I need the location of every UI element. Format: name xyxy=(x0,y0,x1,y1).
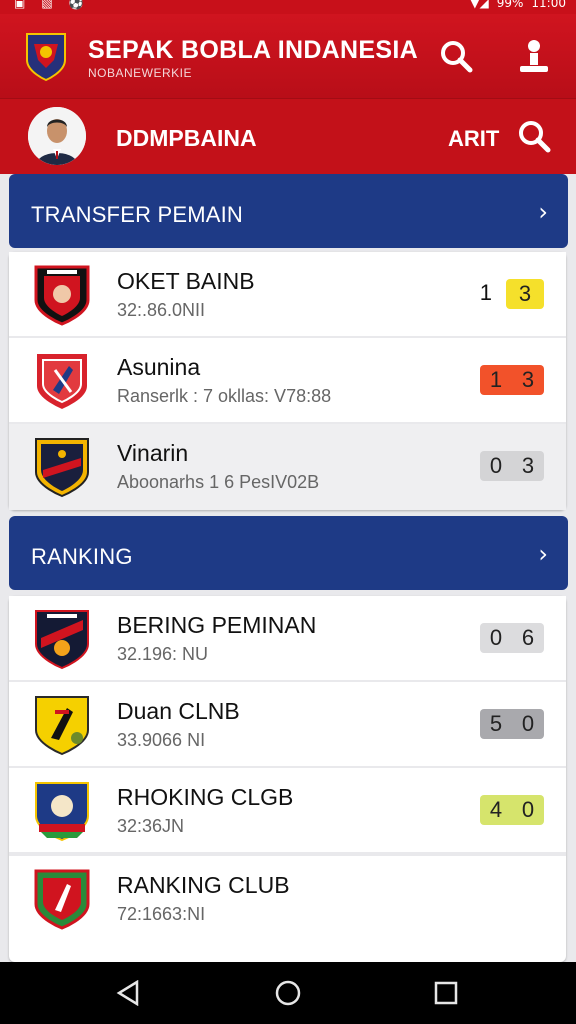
score-badge: 4 0 xyxy=(480,795,544,825)
item-meta: 32.196: NU xyxy=(117,644,209,664)
ranking-list: BERING PEMINAN 32.196: NU 0 6 Duan CLNB … xyxy=(9,596,566,962)
status-bar: ▣ ▧ ⚽ ▼◢ 99% 11:00 xyxy=(0,0,576,14)
item-meta: 72:1663:NI xyxy=(117,904,206,924)
item-name: RANKING CLUB xyxy=(117,872,290,898)
club-crest-icon xyxy=(35,610,89,670)
search-button[interactable] xyxy=(436,36,476,76)
list-item[interactable]: RHOKING CLGB 32:36JN 4 0 xyxy=(9,768,566,856)
club-crest-icon xyxy=(35,352,89,412)
score-away: 3 xyxy=(521,453,535,478)
item-name: OKET BAINB xyxy=(117,268,255,294)
app-header: SEPAK BOBLA INDANESIA NOBANEWERKIE xyxy=(0,14,576,98)
score-home: 4 xyxy=(489,797,503,822)
home-button[interactable] xyxy=(272,977,304,1009)
chevron-right-icon: › xyxy=(538,198,548,226)
list-item[interactable]: Vinarin Aboonarhs 1 6 PesIV02B 0 3 xyxy=(9,424,566,510)
home-icon xyxy=(275,980,301,1006)
score-badge: 3 xyxy=(506,279,544,309)
list-item[interactable]: RANKING CLUB 72:1663:NI xyxy=(9,856,566,946)
score-home: 1 xyxy=(489,367,503,392)
item-name: RHOKING CLGB xyxy=(117,784,294,810)
avatar[interactable] xyxy=(28,107,86,165)
club-crest-icon xyxy=(34,869,90,930)
section-title: TRANSFER PEMAIN xyxy=(31,202,244,227)
score-away: 3 xyxy=(521,367,535,392)
item-name: BERING PEMINAN xyxy=(117,612,317,638)
back-button[interactable] xyxy=(112,977,144,1009)
score-away: 0 xyxy=(521,797,535,822)
item-name: Asunina xyxy=(117,354,201,380)
image-icon: ▧ xyxy=(41,0,53,10)
ball-icon: ⚽ xyxy=(68,0,84,10)
section-transfer-header[interactable]: TRANSFER PEMAIN › xyxy=(9,174,568,248)
item-meta: 32:36JN xyxy=(117,816,185,836)
club-crest-icon xyxy=(35,782,89,842)
club-crest-icon xyxy=(34,265,90,326)
club-crest-icon xyxy=(35,438,89,498)
person-icon xyxy=(28,107,86,165)
recents-button[interactable] xyxy=(430,977,462,1009)
signal-icon: ▼◢ xyxy=(470,0,489,10)
section-title: RANKING xyxy=(31,544,133,569)
battery-text: 99% xyxy=(496,0,524,10)
score-home: 5 xyxy=(489,711,503,736)
item-rank: 1 xyxy=(479,280,492,305)
transfer-list: OKET BAINB 32:.86.0NII 1 3 Asunina Ranse… xyxy=(9,252,566,510)
sub-header: DDMPBAINA ARIT xyxy=(0,98,576,174)
item-meta: Aboonarhs 1 6 PesIV02B xyxy=(117,472,320,492)
search-icon xyxy=(519,121,551,153)
score-home: 0 xyxy=(489,625,503,650)
item-meta: 33.9066 NI xyxy=(117,730,206,750)
sub-search-button[interactable] xyxy=(514,116,554,156)
profile-button[interactable] xyxy=(514,36,554,76)
score-home: 0 xyxy=(489,453,503,478)
system-nav-bar xyxy=(0,962,576,1024)
club-crest-icon xyxy=(35,696,89,756)
sub-header-title: DDMPBAINA xyxy=(116,125,257,151)
app-title: SEPAK BOBLA INDANESIA xyxy=(88,36,418,64)
item-meta: 32:.86.0NII xyxy=(117,300,206,320)
clock: 11:00 xyxy=(531,0,566,10)
list-item[interactable]: BERING PEMINAN 32.196: NU 0 6 xyxy=(9,596,566,684)
list-item[interactable]: OKET BAINB 32:.86.0NII 1 3 xyxy=(9,252,566,340)
club-logo xyxy=(26,33,66,82)
sub-header-action[interactable]: ARIT xyxy=(448,126,499,152)
score-away: 0 xyxy=(521,711,535,736)
list-item[interactable]: Asunina Ranserlk : 7 okllas: V78:88 1 3 xyxy=(9,338,566,426)
score-badge: 0 3 xyxy=(480,451,544,481)
score-away: 6 xyxy=(521,625,535,650)
chevron-right-icon: › xyxy=(538,540,548,568)
item-name: Vinarin xyxy=(117,440,189,466)
back-icon xyxy=(116,980,139,1006)
search-icon xyxy=(441,41,473,73)
app-subtitle: NOBANEWERKIE xyxy=(88,66,193,80)
user-icon xyxy=(520,40,548,72)
score-badge: 5 0 xyxy=(480,709,544,739)
score-badge: 0 6 xyxy=(480,623,544,653)
item-meta: Ranserlk : 7 okllas: V78:88 xyxy=(117,386,332,406)
list-item[interactable]: Duan CLNB 33.9066 NI 5 0 xyxy=(9,682,566,770)
notification-icon: ▣ xyxy=(14,0,26,10)
score-value: 3 xyxy=(518,281,532,306)
score-badge: 1 3 xyxy=(480,365,544,395)
item-name: Duan CLNB xyxy=(117,698,240,724)
recents-icon xyxy=(434,981,458,1005)
section-ranking-header[interactable]: RANKING › xyxy=(9,516,568,590)
